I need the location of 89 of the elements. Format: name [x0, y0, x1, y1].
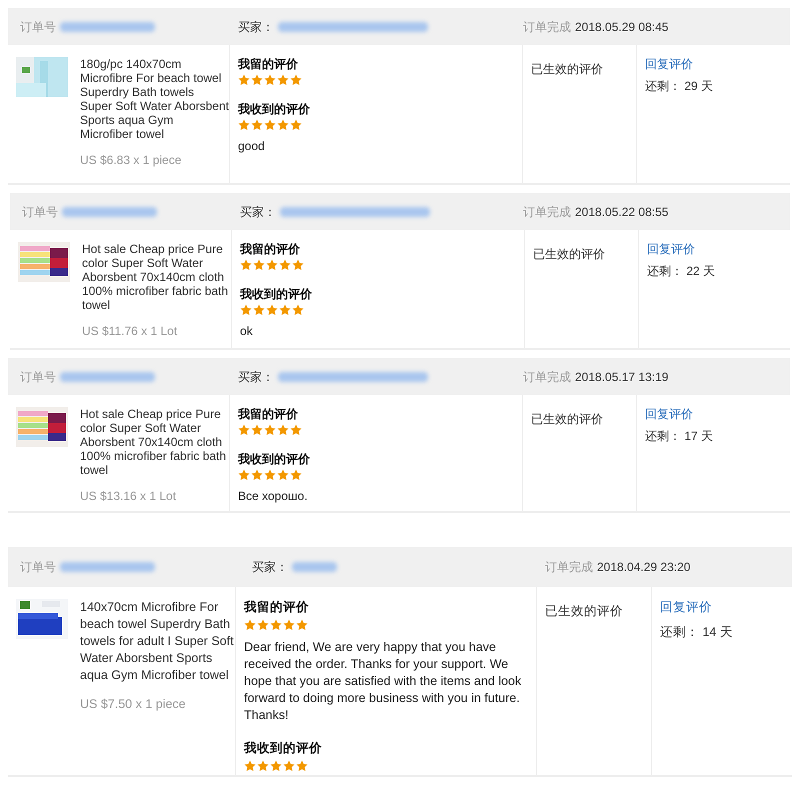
review-heading: 我留的评价 — [244, 599, 310, 616]
review-heading: 我留的评价 — [238, 57, 299, 71]
star-icon — [264, 469, 276, 481]
star-icon — [277, 469, 289, 481]
completed-time: 2018.04.29 23:20 — [597, 559, 690, 576]
star-icon — [240, 259, 252, 271]
product-title: 180g/pc 140x70cm Microfibre For beach towel Superdry Bath towels Super Soft Water Aborsbent Sports aqua Gym Microfiber towel — [80, 57, 229, 141]
order-label: 订单号 — [22, 204, 58, 220]
star-icon — [257, 760, 269, 772]
reply-link[interactable]: 回复评价 — [647, 242, 695, 256]
remaining-days: 还剩： 17 天 — [645, 429, 714, 443]
star-icon — [290, 469, 302, 481]
review-heading: 我收到的评价 — [238, 452, 311, 466]
buyer-label: 买家： — [238, 18, 274, 36]
star-icon — [283, 619, 295, 631]
remaining-days: 还剩： 14 天 — [660, 624, 733, 641]
reply-link[interactable]: 回复评价 — [645, 407, 693, 421]
star-icon — [270, 760, 282, 772]
star-icon — [292, 259, 304, 271]
star-icon — [266, 259, 278, 271]
star-icon — [253, 304, 265, 316]
completed-time: 2018.05.17 13:19 — [575, 368, 668, 386]
star-icon — [251, 469, 263, 481]
star-icon — [238, 424, 250, 436]
star-icon — [264, 424, 276, 436]
star-icon — [290, 74, 302, 86]
review-comment: ok — [240, 324, 254, 338]
completed-label: 订单完成 — [545, 559, 593, 576]
remaining-days: 还剩： 29 天 — [645, 79, 714, 93]
star-icon — [257, 619, 269, 631]
star-icon — [251, 424, 263, 436]
star-icon — [290, 424, 302, 436]
star-icon — [277, 74, 289, 86]
review-status: 已生效的评价 — [531, 412, 603, 426]
completed-label: 订单完成 — [523, 368, 571, 386]
star-icon — [240, 304, 252, 316]
order-label: 订单号 — [20, 368, 56, 386]
review-comment: Все хорошо. — [238, 489, 309, 503]
review-comment: good — [238, 139, 266, 153]
review-heading: 我留的评价 — [238, 407, 299, 421]
product-price: US $13.16 x 1 Lot — [80, 489, 178, 503]
star-icon — [279, 259, 291, 271]
star-icon — [290, 119, 302, 131]
product-price: US $11.76 x 1 Lot — [82, 324, 178, 338]
star-icon — [296, 619, 308, 631]
remaining-days: 还剩： 22 天 — [647, 264, 716, 278]
completed-label: 订单完成 — [523, 204, 571, 220]
product-price: US $6.83 x 1 piece — [80, 153, 182, 167]
review-status: 已生效的评价 — [533, 247, 605, 261]
buyer-label: 买家： — [238, 368, 274, 386]
completed-time: 2018.05.29 08:45 — [575, 18, 668, 36]
review-status: 已生效的评价 — [545, 604, 623, 618]
star-icon — [264, 74, 276, 86]
star-icon — [266, 304, 278, 316]
star-icon — [277, 119, 289, 131]
star-icon — [238, 119, 250, 131]
star-icon — [253, 259, 265, 271]
product-price: US $7.50 x 1 piece — [80, 696, 187, 713]
review-heading: 我收到的评价 — [240, 287, 313, 301]
review-heading: 我收到的评价 — [238, 102, 311, 116]
buyer-label: 买家： — [252, 559, 288, 576]
star-icon — [279, 304, 291, 316]
buyer-label: 买家： — [240, 204, 276, 220]
reply-link[interactable]: 回复评价 — [645, 57, 693, 71]
review-heading: 我收到的评价 — [244, 740, 323, 757]
star-icon — [251, 119, 263, 131]
star-icon — [296, 760, 308, 772]
product-title: Hot sale Cheap price Pure color Super Soft Water Aborsbent 70x140cm cloth 100% microfiber fabric bath towel — [80, 407, 228, 477]
reply-link[interactable]: 回复评价 — [660, 599, 712, 616]
star-icon — [283, 760, 295, 772]
product-title: 140x70cm Microfibre For beach towel Superdry Bath towels for adult I Super Soft Water Aborsbent Sports aqua Gym Microfiber towel — [80, 599, 235, 684]
product-title: Hot sale Cheap price Pure color Super Soft Water Aborsbent 70x140cm cloth 100% microfiber fabric bath towel — [82, 242, 230, 312]
review-status: 已生效的评价 — [531, 62, 603, 76]
star-icon — [277, 424, 289, 436]
completed-time: 2018.05.22 08:55 — [575, 204, 668, 220]
review-heading: 我留的评价 — [240, 242, 301, 256]
review-comment: Dear friend, We are very happy that you have received the order. Thanks for your support. We hope that you are satisfied with the items and look forward to doing more business with you in future. Thanks! — [244, 639, 522, 724]
star-icon — [251, 74, 263, 86]
star-icon — [238, 74, 250, 86]
star-icon — [264, 119, 276, 131]
order-label: 订单号 — [20, 18, 56, 36]
star-icon — [292, 304, 304, 316]
star-icon — [244, 760, 256, 772]
star-icon — [238, 469, 250, 481]
completed-label: 订单完成 — [523, 18, 571, 36]
star-icon — [270, 619, 282, 631]
star-icon — [244, 619, 256, 631]
order-label: 订单号 — [20, 559, 56, 576]
redacted-bar — [292, 562, 337, 572]
